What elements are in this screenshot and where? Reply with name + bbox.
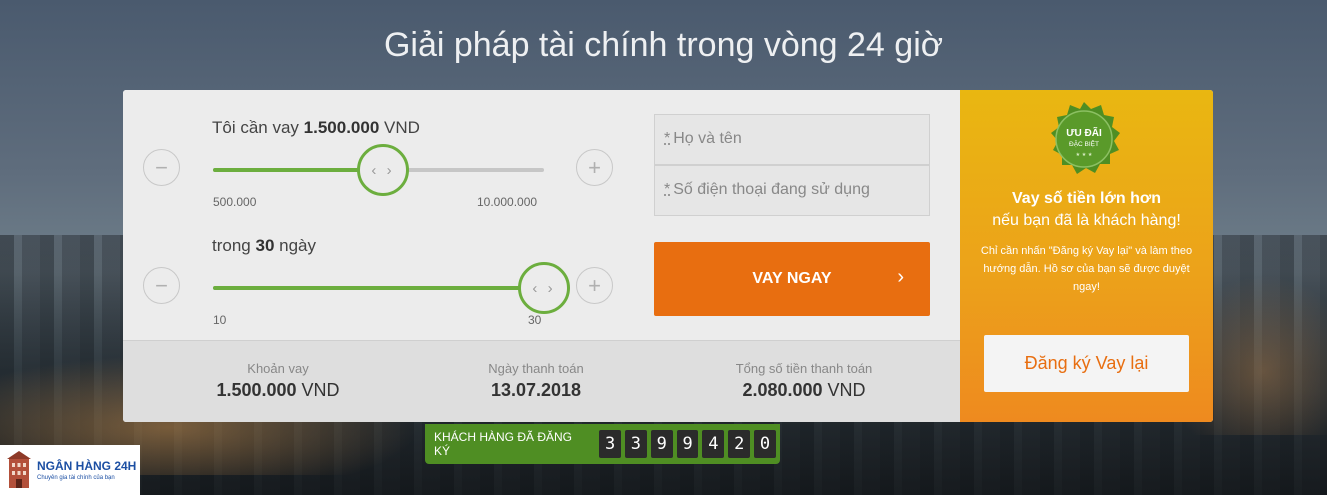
apply-now-label: VAY NGAY <box>752 270 832 287</box>
term-min-label: 10 <box>213 313 227 327</box>
logo-tagline: Chuyên gia tài chính của bạn <box>37 475 115 481</box>
reloan-register-button[interactable]: Đăng ký Vay lại <box>984 335 1189 392</box>
phone-placeholder: Số điện thoại đang sử dụng <box>673 181 870 198</box>
summary-total-label: Tổng số tiền thanh toán <box>735 361 873 376</box>
summary-total-value: 2.080.000 VND <box>742 380 866 400</box>
summary-total: Tổng số tiền thanh toán 2.080.000 VND <box>689 361 919 401</box>
promo-panel: ƯU ĐÃI ĐẶC BIỆT ★ ★ ★ Vay số tiền lớn hơ… <box>960 90 1213 422</box>
loan-card: Tôi cần vay 1.500.000 VND − ‹ › + 500.00… <box>123 90 1213 422</box>
registered-customers-counter: KHÁCH HÀNG ĐÃ ĐĂNG KÝ 3 3 9 9 4 2 0 <box>425 424 780 464</box>
loan-term-unit: ngày <box>279 236 317 255</box>
full-name-placeholder: Họ và tên <box>673 130 742 147</box>
page-headline: Giải pháp tài chính trong vòng 24 giờ <box>383 26 944 64</box>
required-mark: * <box>664 181 671 198</box>
summary-loan-value: 1.500.000 VND <box>216 380 340 400</box>
apply-now-button[interactable]: VAY NGAY › <box>654 242 930 316</box>
bank-building-icon <box>7 451 31 488</box>
promo-title: Vay số tiền lớn hơn <box>1012 190 1161 207</box>
summary-date: Ngày thanh toán 13.07.2018 <box>421 361 651 401</box>
slider-arrows-icon: ‹ › <box>532 279 556 297</box>
loan-increase-button[interactable]: + <box>576 149 613 186</box>
loan-min-label: 500.000 <box>213 195 257 209</box>
summary-loan-label: Khoản vay <box>247 361 309 376</box>
counter-digit: 3 <box>625 430 647 458</box>
loan-amount-title: Tôi cần vay 1.500.000 VND <box>212 118 420 138</box>
term-increase-button[interactable]: + <box>576 267 613 304</box>
loan-term-slider[interactable] <box>213 286 544 290</box>
counter-digit: 4 <box>702 430 725 458</box>
special-offer-badge-icon: ƯU ĐÃI ĐẶC BIỆT ★ ★ ★ <box>1051 102 1120 174</box>
site-logo[interactable]: NGÂN HÀNG 24H Chuyên gia tài chính của b… <box>0 445 140 495</box>
counter-digit: 2 <box>728 430 751 458</box>
promo-body: Chỉ cần nhấn "Đăng ký Vay lại" và làm th… <box>980 245 1193 293</box>
required-mark: * <box>664 130 671 147</box>
loan-amount-unit: VND <box>384 118 420 137</box>
badge-line1: ƯU ĐÃI <box>1066 126 1102 139</box>
logo-name: NGÂN HÀNG 24H <box>37 459 137 473</box>
loan-term-prefix: trong <box>212 236 251 255</box>
logo-text: NGÂN HÀNG 24H Chuyên gia tài chính của b… <box>37 459 136 481</box>
loan-slider-handle[interactable]: ‹ › <box>357 144 409 196</box>
loan-calculator: Tôi cần vay 1.500.000 VND − ‹ › + 500.00… <box>123 90 960 340</box>
term-max-label: 30 <box>528 313 542 327</box>
phone-field[interactable]: * Số điện thoại đang sử dụng <box>654 165 930 216</box>
counter-digit: 9 <box>650 430 673 458</box>
badge-stars: ★ ★ ★ <box>1076 152 1093 158</box>
loan-term-title: trong 30 ngày <box>212 236 316 256</box>
summary-loan: Khoản vay 1.500.000 VND <box>163 361 393 401</box>
term-decrease-button[interactable]: − <box>143 267 180 304</box>
summary-date-label: Ngày thanh toán <box>488 361 584 376</box>
loan-decrease-button[interactable]: − <box>143 149 180 186</box>
term-slider-fill <box>213 286 544 290</box>
term-slider-handle[interactable]: ‹ › <box>518 262 570 314</box>
loan-summary: Khoản vay 1.500.000 VND Ngày thanh toán … <box>123 340 960 422</box>
full-name-field[interactable]: * Họ và tên <box>654 114 930 165</box>
summary-date-value: 13.07.2018 <box>490 380 582 400</box>
chevron-right-icon: › <box>897 266 904 288</box>
counter-label: KHÁCH HÀNG ĐÃ ĐĂNG KÝ <box>434 430 573 458</box>
loan-term-value: 30 <box>255 236 275 255</box>
loan-max-label: 10.000.000 <box>477 195 538 209</box>
badge-line2: ĐẶC BIỆT <box>1069 139 1099 148</box>
promo-subtitle: nếu bạn đã là khách hàng! <box>992 212 1181 229</box>
counter-digit: 9 <box>676 430 699 458</box>
loan-amount-prefix: Tôi cần vay <box>212 118 299 137</box>
loan-amount-value: 1.500.000 <box>303 118 380 137</box>
counter-digit: 0 <box>754 430 776 458</box>
counter-digit: 3 <box>599 430 621 458</box>
slider-arrows-icon: ‹ › <box>371 161 395 179</box>
